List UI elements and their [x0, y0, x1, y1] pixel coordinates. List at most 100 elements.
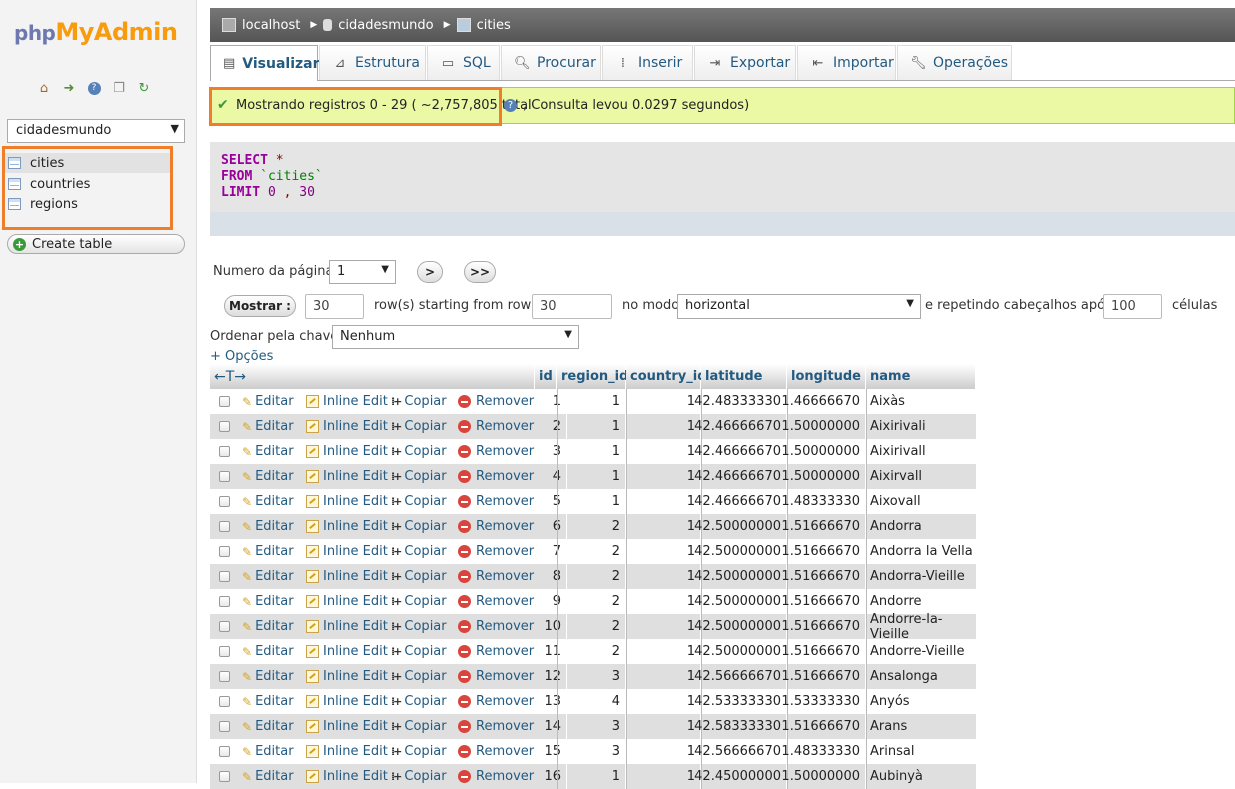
column-header-country-id[interactable]: country_id [626, 364, 707, 389]
copy-link[interactable]: ⁞+ Copiar [391, 639, 447, 664]
cell-latitude[interactable]: 42.50000000 [694, 514, 787, 539]
sidebar-item-regions[interactable]: regions [8, 194, 78, 214]
cell-country-id[interactable]: 1 [626, 714, 701, 739]
last-page-button[interactable]: >> [464, 261, 496, 283]
breadcrumb-database[interactable]: cidadesmundo [323, 18, 434, 33]
tab-exportar[interactable]: ⇥ Exportar [694, 45, 796, 80]
cell-longitude[interactable]: 1.51666670 [781, 564, 866, 589]
edit-link[interactable]: ✎ Editar [242, 664, 294, 689]
remove-link[interactable]: Remover [458, 414, 534, 439]
cell-longitude[interactable]: 1.51666670 [781, 714, 866, 739]
cell-longitude[interactable]: 1.53333330 [781, 689, 866, 714]
cell-region-id[interactable]: 3 [557, 739, 626, 764]
cell-latitude[interactable]: 42.56666670 [694, 739, 787, 764]
help-icon[interactable]: ? [86, 80, 102, 96]
cell-longitude[interactable]: 1.51666670 [781, 514, 866, 539]
inline-edit-link[interactable]: Inline Edit [306, 489, 388, 514]
tab-estrutura[interactable]: ⊿ Estrutura [319, 45, 426, 80]
remove-link[interactable]: Remover [458, 739, 534, 764]
cell-name[interactable]: Andorra-Vieille [866, 564, 976, 589]
row-checkbox[interactable] [219, 596, 230, 607]
cell-latitude[interactable]: 42.50000000 [694, 564, 787, 589]
cell-region-id[interactable]: 1 [557, 439, 626, 464]
sidebar-item-cities[interactable]: cities [5, 153, 170, 173]
tab-procurar[interactable]: 🔍︎ Procurar [501, 45, 601, 80]
edit-link[interactable]: ✎ Editar [242, 689, 294, 714]
row-checkbox[interactable] [219, 671, 230, 682]
cell-region-id[interactable]: 2 [557, 639, 626, 664]
cell-latitude[interactable]: 42.48333330 [694, 389, 787, 414]
cell-latitude[interactable]: 42.56666670 [694, 664, 787, 689]
row-checkbox[interactable] [219, 396, 230, 407]
cell-region-id[interactable]: 1 [557, 489, 626, 514]
show-button[interactable]: Mostrar : [224, 295, 296, 317]
column-header-region-id[interactable]: region_id [557, 364, 628, 389]
cell-region-id[interactable]: 2 [557, 589, 626, 614]
cell-name[interactable]: Aixirivall [866, 439, 976, 464]
row-checkbox[interactable] [219, 721, 230, 732]
cell-region-id[interactable]: 4 [557, 689, 626, 714]
edit-link[interactable]: ✎ Editar [242, 414, 294, 439]
row-checkbox[interactable] [219, 496, 230, 507]
cell-country-id[interactable]: 1 [626, 614, 701, 639]
cell-longitude[interactable]: 1.50000000 [781, 464, 866, 489]
remove-link[interactable]: Remover [458, 489, 534, 514]
cell-country-id[interactable]: 1 [626, 539, 701, 564]
edit-link[interactable]: ✎ Editar [242, 739, 294, 764]
cell-longitude[interactable]: 1.48333330 [781, 739, 866, 764]
cell-latitude[interactable]: 42.46666670 [694, 439, 787, 464]
cell-longitude[interactable]: 1.50000000 [781, 414, 866, 439]
cell-longitude[interactable]: 1.51666670 [781, 664, 866, 689]
column-header-longitude[interactable]: longitude [787, 364, 866, 389]
row-checkbox[interactable] [219, 696, 230, 707]
phpmyadmin-logo[interactable]: phpMyAdmin [14, 18, 178, 46]
copy-link[interactable]: ⁞+ Copiar [391, 614, 447, 639]
inline-edit-link[interactable]: Inline Edit [306, 539, 388, 564]
repeat-headers-input[interactable]: 100 [1103, 294, 1162, 319]
tab-sql[interactable]: ▭ SQL [427, 45, 500, 80]
edit-link[interactable]: ✎ Editar [242, 564, 294, 589]
row-checkbox[interactable] [219, 571, 230, 582]
edit-link[interactable]: ✎ Editar [242, 439, 294, 464]
page-number-select[interactable]: 1 ▼ [329, 260, 396, 284]
inline-edit-link[interactable]: Inline Edit [306, 589, 388, 614]
copy-link[interactable]: ⁞+ Copiar [391, 564, 447, 589]
remove-link[interactable]: Remover [458, 614, 534, 639]
cell-country-id[interactable]: 1 [626, 564, 701, 589]
cell-name[interactable]: Anyós [866, 689, 976, 714]
cell-country-id[interactable]: 1 [626, 514, 701, 539]
copy-link[interactable]: ⁞+ Copiar [391, 489, 447, 514]
row-checkbox[interactable] [219, 471, 230, 482]
row-checkbox[interactable] [219, 521, 230, 532]
cell-longitude[interactable]: 1.46666670 [781, 389, 866, 414]
copy-link[interactable]: ⁞+ Copiar [391, 439, 447, 464]
cell-country-id[interactable]: 1 [626, 689, 701, 714]
cell-latitude[interactable]: 42.50000000 [694, 539, 787, 564]
cell-name[interactable]: Andorra [866, 514, 976, 539]
copy-link[interactable]: ⁞+ Copiar [391, 464, 447, 489]
cell-name[interactable]: Aixàs [866, 389, 976, 414]
cell-region-id[interactable]: 1 [557, 414, 626, 439]
remove-link[interactable]: Remover [458, 714, 534, 739]
remove-link[interactable]: Remover [458, 764, 534, 789]
cell-region-id[interactable]: 1 [557, 389, 626, 414]
cell-region-id[interactable]: 2 [557, 614, 626, 639]
remove-link[interactable]: Remover [458, 564, 534, 589]
copy-link[interactable]: ⁞+ Copiar [391, 389, 447, 414]
inline-edit-link[interactable]: Inline Edit [306, 564, 388, 589]
tab-inserir[interactable]: ⁞ Inserir [602, 45, 693, 80]
cell-country-id[interactable]: 1 [626, 639, 701, 664]
inline-edit-link[interactable]: Inline Edit [306, 514, 388, 539]
copy-link[interactable]: ⁞+ Copiar [391, 514, 447, 539]
inline-edit-link[interactable]: Inline Edit [306, 689, 388, 714]
cell-latitude[interactable]: 42.50000000 [694, 589, 787, 614]
cell-name[interactable]: Andorre [866, 589, 976, 614]
inline-edit-link[interactable]: Inline Edit [306, 639, 388, 664]
sort-select[interactable]: Nenhum ▼ [332, 325, 579, 349]
cell-country-id[interactable]: 1 [626, 739, 701, 764]
inline-edit-link[interactable]: Inline Edit [306, 414, 388, 439]
remove-link[interactable]: Remover [458, 664, 534, 689]
row-checkbox[interactable] [219, 621, 230, 632]
breadcrumb-table[interactable]: cities [456, 18, 511, 33]
remove-link[interactable]: Remover [458, 689, 534, 714]
